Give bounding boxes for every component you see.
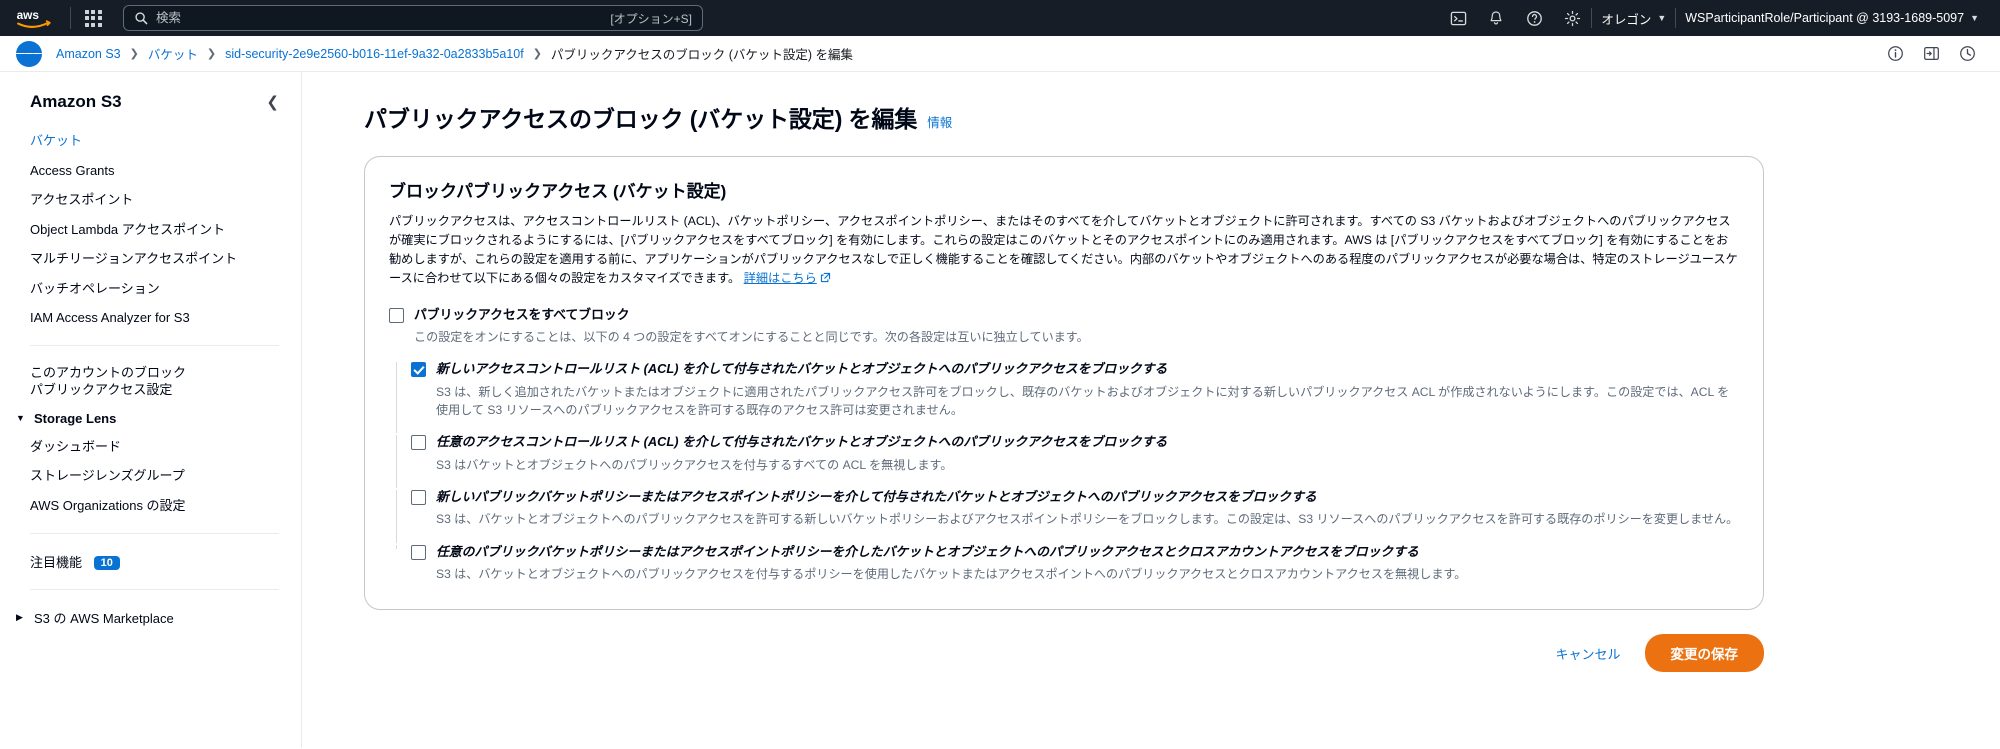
top-navigation-bar: aws [オプション+S] xyxy=(0,0,2000,36)
save-changes-button[interactable]: 変更の保存 xyxy=(1644,634,1764,673)
sidebar-featured-label: 注目機能 xyxy=(30,554,83,570)
chevron-down-icon: ▼ xyxy=(1970,13,1979,23)
breadcrumb-separator-icon: ❯ xyxy=(532,48,542,60)
option-help-text: S3 はバケットとオブジェクトへのパブリックアクセスを付与するすべての ACL … xyxy=(436,457,953,472)
option-label: 新しいパブリックバケットポリシーまたはアクセスポイントポリシーを介して付与された… xyxy=(436,488,1317,504)
sidebar-group-storage-lens[interactable]: ▼ Storage Lens xyxy=(0,405,301,432)
option-block-any-public-policies[interactable]: 任意のパブリックバケットポリシーまたはアクセスポイントポリシーを介したバケットと… xyxy=(396,543,1739,584)
sidebar-divider xyxy=(30,588,279,590)
svg-text:aws: aws xyxy=(17,8,40,22)
panel-description-text: パブリックアクセスは、アクセスコントロールリスト (ACL)、バケットポリシー、… xyxy=(389,214,1738,285)
sidebar-item-iam-access-analyzer[interactable]: IAM Access Analyzer for S3 xyxy=(0,303,301,333)
region-selector[interactable]: オレゴン ▼ xyxy=(1592,0,1675,36)
option-block-new-public-policies[interactable]: 新しいパブリックバケットポリシーまたはアクセスポイントポリシーを介して付与された… xyxy=(396,488,1739,543)
checkbox-block-new-public-policies[interactable] xyxy=(411,489,426,505)
info-link[interactable]: 情報 xyxy=(927,112,952,131)
chevron-down-icon: ▼ xyxy=(1657,13,1667,23)
search-input[interactable] xyxy=(156,11,611,25)
nav-divider xyxy=(70,7,71,29)
form-actions: キャンセル 変更の保存 xyxy=(364,634,1764,673)
learn-more-link[interactable]: 詳細はこちら xyxy=(744,271,831,285)
breadcrumb-actions xyxy=(1884,43,1984,65)
sidebar-item-batch-operations[interactable]: バッチオペレーション xyxy=(0,274,301,304)
sidebar-item-multi-region-access-points[interactable]: マルチリージョンアクセスポイント xyxy=(0,244,301,274)
checkbox-block-any-acls[interactable] xyxy=(411,435,426,451)
breadcrumb-separator-icon: ❯ xyxy=(129,48,139,60)
bell-icon[interactable] xyxy=(1477,0,1515,36)
top-navigation-right: オレゴン ▼ WSParticipantRole/Participant @ 3… xyxy=(1439,0,1988,36)
sidebar-item-object-lambda-access-points[interactable]: Object Lambda アクセスポイント xyxy=(0,215,301,245)
page-body: Amazon S3 ❮ バケット Access Grants アクセスポイント … xyxy=(0,72,2000,748)
sidebar-item-storage-lens-groups[interactable]: ストレージレンズグループ xyxy=(0,461,301,491)
sidebar-item-aws-organizations-settings[interactable]: AWS Organizations の設定 xyxy=(0,491,301,521)
external-link-icon xyxy=(820,272,830,282)
sidebar-item-featured[interactable]: 注目機能 10 xyxy=(0,546,301,577)
main-content: パブリックアクセスのブロック (バケット設定) を編集 情報 ブロックパブリック… xyxy=(302,72,2000,748)
sidebar-title: Amazon S3 xyxy=(30,92,122,111)
status-badge: 10 xyxy=(93,556,120,571)
sidebar-header: Amazon S3 ❮ xyxy=(0,86,301,116)
page-title: パブリックアクセスのブロック (バケット設定) を編集 xyxy=(364,106,918,132)
option-help-text: この設定をオンにすることは、以下の 4 つの設定をすべてオンにすることと同じです… xyxy=(414,330,1089,345)
history-clock-icon[interactable] xyxy=(1956,43,1978,65)
option-label: 新しいアクセスコントロールリスト (ACL) を介して付与されたバケットとオブジ… xyxy=(436,361,1168,377)
hamburger-menu-icon[interactable] xyxy=(16,40,43,67)
chevron-down-icon: ▼ xyxy=(16,413,25,424)
region-label: オレゴン xyxy=(1601,12,1652,27)
gear-icon[interactable] xyxy=(1553,0,1591,36)
option-block-any-acls[interactable]: 任意のアクセスコントロールリスト (ACL) を介して付与されたバケットとオブジ… xyxy=(396,433,1739,488)
sidebar-item-access-points[interactable]: アクセスポイント xyxy=(0,185,301,215)
sidebar-item-buckets[interactable]: バケット xyxy=(0,126,301,156)
option-block-all-public-access[interactable]: パブリックアクセスをすべてブロック この設定をオンにすることは、以下の 4 つの… xyxy=(389,306,1739,347)
option-help-text: S3 は、バケットとオブジェクトへのパブリックアクセスを付与するポリシーを使用し… xyxy=(436,567,1467,582)
sidebar-group-label: S3 の AWS Marketplace xyxy=(34,610,174,626)
checkbox-block-all-public-access[interactable] xyxy=(389,307,404,323)
option-label: 任意のパブリックバケットポリシーまたはアクセスポイントポリシーを介したバケットと… xyxy=(436,543,1419,559)
sidebar-item-dashboards[interactable]: ダッシュボード xyxy=(0,432,301,462)
breadcrumb-separator-icon: ❯ xyxy=(206,48,217,60)
panel-title: ブロックパブリックアクセス (バケット設定) xyxy=(389,182,727,201)
breadcrumb-item-buckets[interactable]: バケット xyxy=(148,44,198,63)
breadcrumb-bar: Amazon S3 ❯ バケット ❯ sid-security-2e9e2560… xyxy=(0,36,2000,72)
search-icon xyxy=(135,12,148,25)
global-search-box[interactable]: [オプション+S] xyxy=(123,5,703,31)
breadcrumb-item-bucket-name[interactable]: sid-security-2e9e2560-b016-11ef-9a32-0a2… xyxy=(225,47,524,61)
block-public-access-panel: ブロックパブリックアクセス (バケット設定) パブリックアクセスは、アクセスコン… xyxy=(364,156,1764,611)
account-menu[interactable]: WSParticipantRole/Participant @ 3193-168… xyxy=(1676,0,1988,36)
account-label: WSParticipantRole/Participant @ 3193-168… xyxy=(1685,11,1965,25)
page-title-row: パブリックアクセスのブロック (バケット設定) を編集 情報 xyxy=(364,100,1764,134)
option-help-text: S3 は、新しく追加されたバケットまたはオブジェクトに適用されたパブリックアクセ… xyxy=(436,384,1730,417)
aws-logo[interactable]: aws xyxy=(12,6,56,30)
sidebar-item-account-block-public-access[interactable]: このアカウントのブロックパブリックアクセス設定 xyxy=(0,358,212,405)
cloudshell-icon[interactable] xyxy=(1439,0,1477,36)
breadcrumb: Amazon S3 ❯ バケット ❯ sid-security-2e9e2560… xyxy=(56,44,853,63)
breadcrumb-item-amazon-s3[interactable]: Amazon S3 xyxy=(56,47,121,61)
help-icon[interactable] xyxy=(1515,0,1553,36)
info-circle-icon[interactable] xyxy=(1884,43,1906,65)
option-block-new-acls[interactable]: 新しいアクセスコントロールリスト (ACL) を介して付与されたバケットとオブジ… xyxy=(396,360,1739,433)
panel-description: パブリックアクセスは、アクセスコントロールリスト (ACL)、バケットポリシー、… xyxy=(389,212,1739,288)
open-panel-icon[interactable] xyxy=(1920,43,1942,65)
sidebar-group-label: Storage Lens xyxy=(34,410,117,426)
option-help-text: S3 は、バケットとオブジェクトへのパブリックアクセスを許可する新しいバケットポ… xyxy=(436,512,1739,527)
sidebar-item-access-grants[interactable]: Access Grants xyxy=(0,156,301,186)
sidebar-main-list: バケット Access Grants アクセスポイント Object Lambd… xyxy=(0,116,301,333)
chevron-left-icon[interactable]: ❮ xyxy=(266,95,279,110)
cancel-button[interactable]: キャンセル xyxy=(1551,638,1624,669)
sidebar-navigation: Amazon S3 ❮ バケット Access Grants アクセスポイント … xyxy=(0,72,302,748)
search-shortcut-hint: [オプション+S] xyxy=(610,11,692,26)
option-label: 任意のアクセスコントロールリスト (ACL) を介して付与されたバケットとオブジ… xyxy=(436,434,1168,450)
option-label: パブリックアクセスをすべてブロック xyxy=(414,306,630,322)
checkbox-block-any-public-policies[interactable] xyxy=(411,544,426,560)
sidebar-divider xyxy=(30,532,279,534)
chevron-right-icon: ▶ xyxy=(16,611,23,622)
breadcrumb-item-current: パブリックアクセスのブロック (バケット設定) を編集 xyxy=(550,48,854,62)
checkbox-block-new-acls[interactable] xyxy=(411,362,426,378)
sidebar-divider xyxy=(30,344,279,346)
apps-grid-icon[interactable] xyxy=(79,4,107,32)
sidebar-group-marketplace[interactable]: ▶ S3 の AWS Marketplace xyxy=(0,602,301,633)
